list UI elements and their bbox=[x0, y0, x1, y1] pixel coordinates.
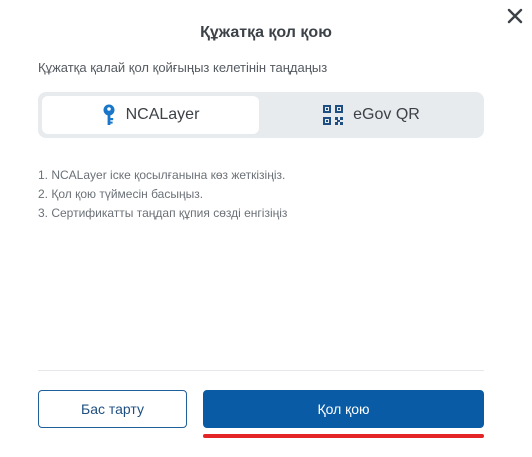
sign-button[interactable]: Қол қою bbox=[203, 390, 484, 428]
cancel-button[interactable]: Бас тарту bbox=[38, 390, 187, 428]
method-ncalayer-tab[interactable]: NCALayer bbox=[42, 96, 259, 134]
dialog-title: Құжатқа қол қою bbox=[200, 24, 332, 41]
instruction-steps: 1. NCALayer іске қосылғанына көз жеткізі… bbox=[38, 166, 287, 223]
footer-divider bbox=[38, 370, 484, 371]
method-ncalayer-label: NCALayer bbox=[125, 106, 200, 123]
instruction-step: 2. Қол қою түймесін басыңыз. bbox=[38, 187, 204, 201]
qr-code-icon bbox=[323, 105, 344, 125]
sign-button-highlight bbox=[203, 434, 484, 438]
sign-method-toggle: NCALayer eGov QR bbox=[38, 92, 484, 138]
instruction-step: 1. NCALayer іске қосылғанына көз жеткізі… bbox=[38, 168, 286, 182]
key-icon bbox=[102, 104, 116, 126]
method-egov-qr-label: eGov QR bbox=[353, 106, 420, 123]
sign-document-dialog: Құжатқа қол қою Құжатқа қалай қол қойғың… bbox=[0, 0, 532, 457]
close-icon[interactable] bbox=[507, 8, 523, 24]
method-egov-qr-tab[interactable]: eGov QR bbox=[263, 96, 480, 134]
instruction-step: 3. Сертификатты таңдап құпия сөзді енгіз… bbox=[38, 206, 288, 220]
dialog-subtitle: Құжатқа қалай қол қойғыңыз келетінін таң… bbox=[38, 60, 328, 75]
